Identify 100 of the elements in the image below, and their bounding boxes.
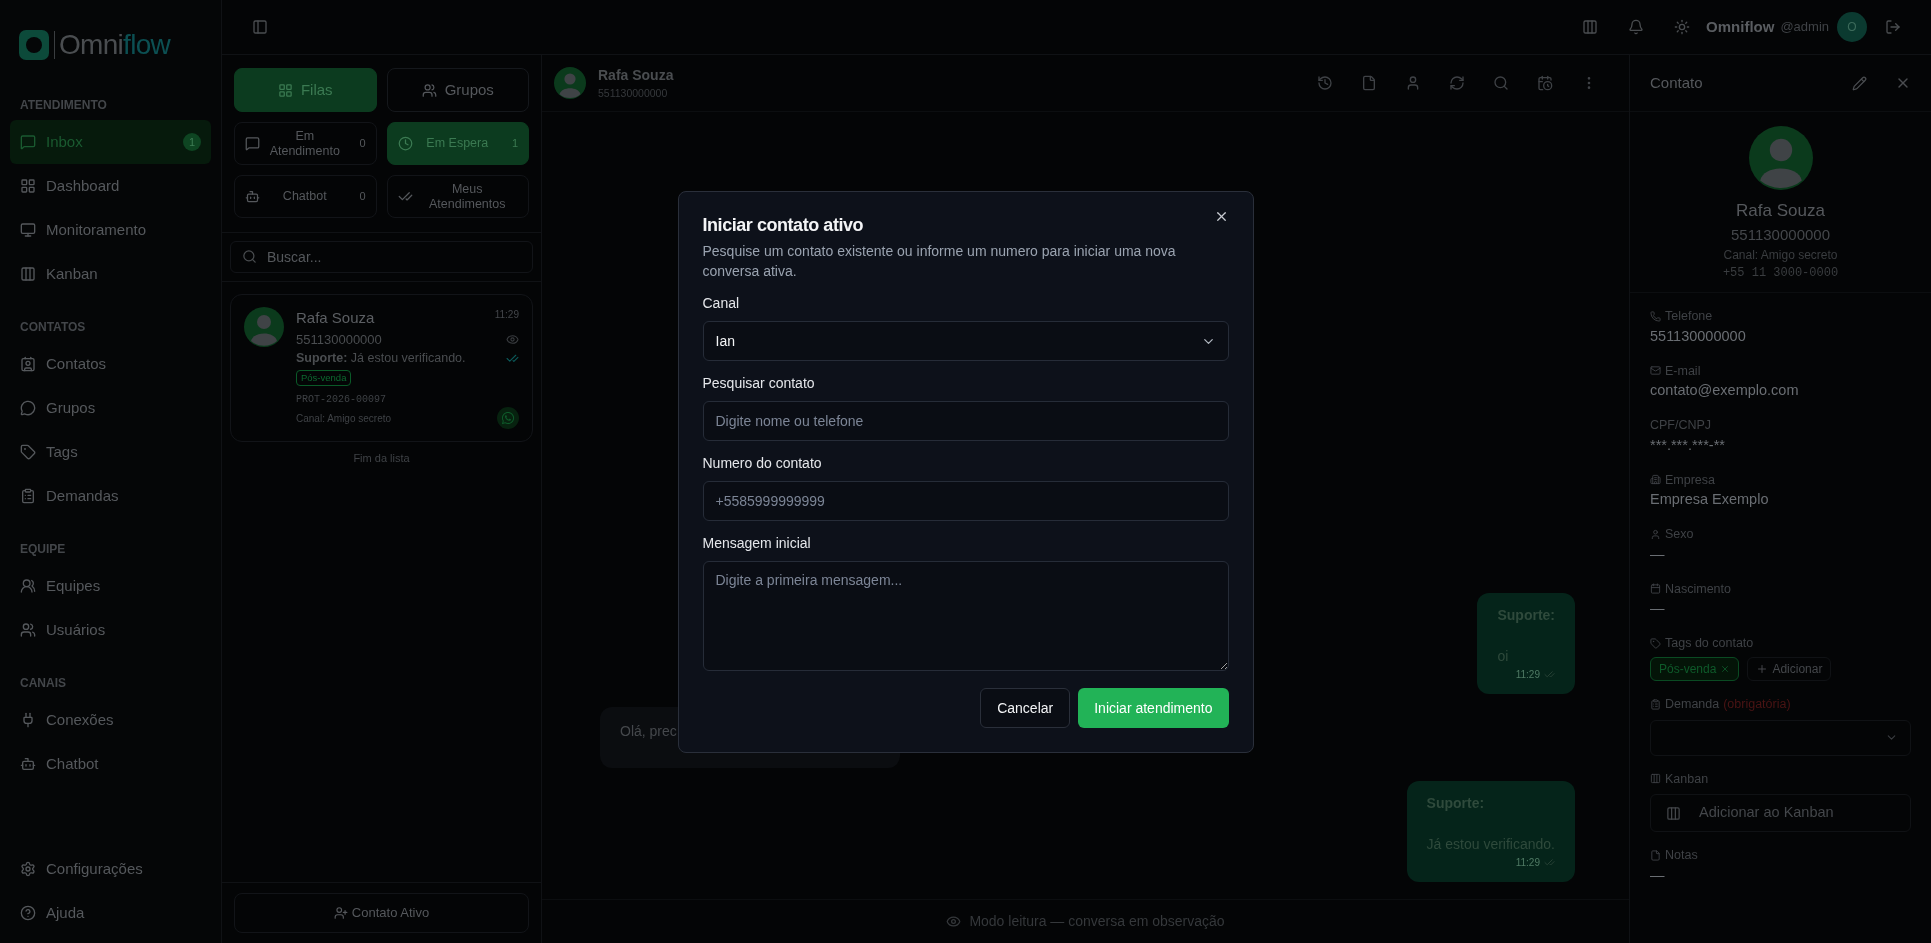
field-label: Empresa [1665, 471, 1716, 489]
field-label: Canal [702, 294, 741, 313]
whatsapp-icon [497, 407, 519, 429]
phone-icon [1650, 310, 1661, 322]
channel-select[interactable]: Ian [702, 321, 1229, 361]
sidebar-item[interactable]: Kanban [10, 252, 211, 296]
start-button[interactable]: Iniciar atendimento [1078, 688, 1229, 728]
plus-icon [1756, 662, 1769, 675]
queue-tab[interactable]: Filas [234, 68, 377, 112]
edit-icon[interactable] [1852, 75, 1867, 91]
logo-icon [18, 29, 50, 61]
field-label: Kanban [1665, 770, 1709, 788]
section-heading: EQUIPE [19, 541, 67, 558]
sidebar-item[interactable]: Monitoramento [10, 208, 211, 252]
avatar-icon [244, 307, 284, 347]
remove-icon[interactable] [1720, 663, 1731, 674]
message-time: 11:29 [494, 308, 519, 322]
sidebar-toggle-icon[interactable] [252, 19, 268, 35]
search-icon [242, 249, 257, 264]
add-tag-button[interactable]: Adicionar [1747, 656, 1832, 681]
file-icon[interactable] [1361, 75, 1377, 91]
contact-number: 551130000000 [296, 330, 382, 349]
calendar-clock-icon[interactable] [1537, 75, 1553, 91]
logo-text: Omniflow [54, 31, 171, 59]
columns-icon [20, 266, 36, 282]
sidebar-item[interactable]: Contatos [10, 342, 211, 386]
dialog-description: Pesquise um contato existente ou informe um numero para iniciar uma nova conversa ativa. [702, 242, 1177, 281]
contact-card-icon [20, 356, 36, 372]
user-icon[interactable] [1405, 75, 1421, 91]
section-heading: CANAIS [19, 675, 67, 692]
field-value: — [1650, 866, 1666, 885]
bot-icon [20, 756, 36, 772]
calendar-icon [1650, 583, 1661, 595]
field-label: Telefone [1665, 308, 1713, 325]
sidebar-item[interactable]: Demandas [10, 474, 211, 518]
field-label: Nascimento [1665, 580, 1731, 598]
input-field[interactable]: +5585999999999 [702, 481, 1229, 521]
contact-name: Rafa Souza [1736, 200, 1825, 222]
bot-icon [245, 189, 260, 204]
eye-icon[interactable] [506, 332, 519, 346]
field-label: Numero do contato [702, 454, 823, 473]
logout-icon[interactable] [1885, 19, 1901, 35]
double-check-icon [1544, 857, 1555, 868]
plug-icon [20, 712, 36, 728]
username: @admin [1780, 18, 1829, 37]
field-label: Notas [1665, 847, 1698, 865]
active-contact-button[interactable]: Contato Ativo [234, 893, 529, 933]
sidebar-item[interactable]: Ajuda [14, 891, 207, 935]
panel-title: Contato [1650, 72, 1703, 93]
field-label: Tags do contato [1665, 635, 1754, 652]
queue-filter[interactable]: Em Atendimento 0 [234, 122, 377, 165]
double-check-icon [1544, 669, 1555, 680]
users-icon [421, 82, 437, 98]
field-label: E-mail [1665, 362, 1701, 380]
message-icon [245, 136, 260, 151]
search-field[interactable]: Buscar... [230, 241, 533, 273]
history-icon[interactable] [1317, 75, 1333, 91]
queue-filter[interactable]: Chatbot 0 [234, 175, 377, 218]
sidebar-item[interactable]: Usuários [10, 608, 211, 652]
sidebar-item[interactable]: Dashboard [10, 164, 211, 208]
users-icon [20, 622, 36, 638]
sidebar-item[interactable]: Chatbot [10, 742, 211, 786]
columns-icon [1650, 773, 1661, 785]
input-field[interactable]: Digite nome ou telefone [702, 401, 1229, 441]
demand-select[interactable] [1650, 719, 1911, 756]
mail-icon [1650, 365, 1661, 377]
field-value: ***.***.***-** [1650, 435, 1726, 455]
channel-label: Canal: Amigo secreto [1723, 247, 1838, 264]
sidebar-item[interactable]: Conexões [10, 698, 211, 742]
contact-number: 551130000000 [1731, 224, 1830, 245]
cancel-button[interactable]: Cancelar [980, 688, 1071, 728]
sidebar-item[interactable]: Equipes [10, 564, 211, 608]
users-icon [20, 578, 36, 594]
message-preview: Suporte: Já estou verificando. [296, 350, 466, 367]
add-to-kanban-button[interactable]: Adicionar ao Kanban [1650, 794, 1911, 833]
columns-icon[interactable] [1582, 19, 1599, 35]
tag-icon [1650, 637, 1661, 649]
sidebar-item[interactable]: Tags [10, 430, 211, 474]
eye-icon [946, 914, 962, 929]
sidebar-item[interactable]: Configurações [14, 847, 207, 891]
tag-chip: Pós-venda [296, 369, 352, 386]
columns-icon [1666, 805, 1681, 821]
queue-tab[interactable]: Grupos [386, 68, 529, 112]
end-of-list-label: Fim da lista [352, 451, 411, 466]
message-icon [20, 134, 36, 150]
file-icon [1650, 850, 1661, 862]
refresh-icon[interactable] [1449, 75, 1465, 91]
help-icon [20, 905, 36, 921]
building-icon [1650, 474, 1661, 486]
conversation-card[interactable]: Rafa Souza 11:29 551130000000 Suporte: Já estou verificando. Pós-venda PROT-2026-00097 Canal: Amigo secreto [230, 294, 533, 442]
section-heading: ATENDIMENTO [19, 97, 108, 114]
notification-icon[interactable] [1628, 19, 1645, 35]
contact-name: Rafa Souza [296, 308, 375, 328]
queue-filter[interactable]: Em Espera 1 [386, 122, 529, 165]
search-icon[interactable] [1493, 75, 1509, 91]
field-value: — [1650, 544, 1666, 564]
message-textarea[interactable]: Digite a primeira mensagem... [702, 561, 1229, 671]
queue-filter[interactable]: Meus Atendimentos [386, 175, 529, 218]
theme-icon[interactable] [1674, 19, 1691, 35]
sidebar-item[interactable]: Grupos [10, 386, 211, 430]
